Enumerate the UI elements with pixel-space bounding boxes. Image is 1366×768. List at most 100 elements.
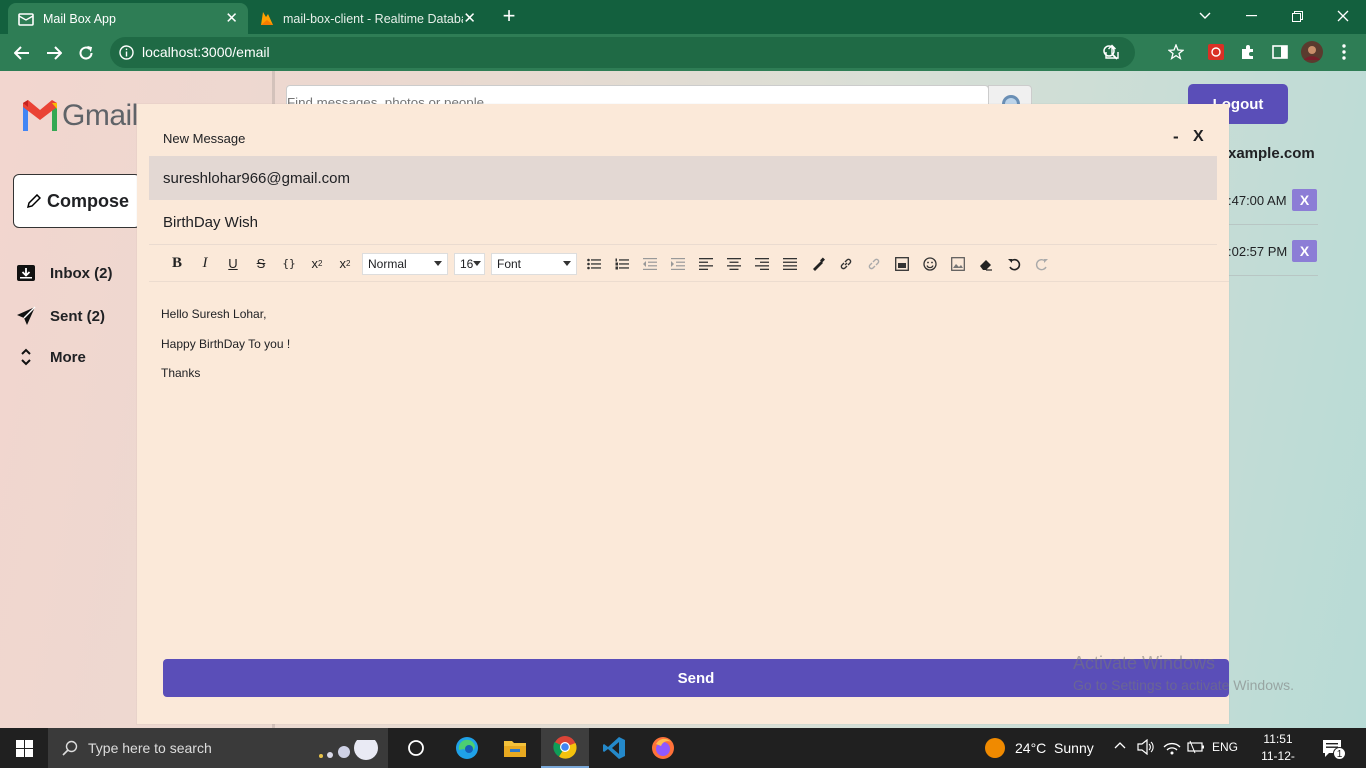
emoji-icon[interactable] [916, 253, 944, 275]
network-icon[interactable] [1163, 739, 1181, 755]
embed-icon[interactable] [888, 253, 916, 275]
underline-icon[interactable]: U [219, 253, 247, 275]
align-right-icon[interactable] [748, 253, 776, 275]
browser-toolbar: localhost:3000/email [0, 34, 1366, 71]
minimize-window-icon[interactable] [1228, 0, 1274, 32]
italic-icon[interactable]: I [191, 253, 219, 275]
side-panel-icon[interactable] [1269, 41, 1291, 63]
browser-tab-firebase[interactable]: mail-box-client - Realtime Databa ✕ [250, 3, 486, 34]
compose-modal: New Message - X sureshlohar966@gmail.com… [137, 104, 1229, 724]
taskbar-search-box[interactable]: Type here to search [48, 728, 388, 768]
compose-button[interactable]: Compose [13, 174, 141, 228]
to-field[interactable]: sureshlohar966@gmail.com [149, 156, 1217, 200]
site-info-icon[interactable] [119, 45, 134, 60]
notification-badge: 1 [1333, 747, 1346, 760]
header-select-value: Normal [368, 256, 407, 271]
windows-start-icon[interactable] [0, 728, 48, 768]
address-bar[interactable]: localhost:3000/email [110, 37, 1135, 68]
tab-close-icon[interactable]: ✕ [225, 11, 238, 26]
unlink-icon[interactable] [860, 253, 888, 275]
tab-title: Mail Box App [43, 11, 116, 26]
redo-icon[interactable] [1028, 253, 1056, 275]
activation-watermark: Activate Windows Go to Settings to activ… [1073, 652, 1294, 696]
dropdown-caret-icon [434, 261, 442, 266]
minimize-modal-button[interactable]: - [1173, 127, 1179, 147]
bullet-list-icon[interactable] [580, 253, 608, 275]
gmail-logo-text: Gmail [62, 99, 138, 132]
task-view-icon[interactable] [392, 728, 440, 768]
align-center-icon[interactable] [720, 253, 748, 275]
battery-icon[interactable] [1187, 740, 1205, 754]
clock-date: 11-12-2022 [1261, 749, 1295, 768]
watermark-line1: Activate Windows [1073, 653, 1216, 673]
outdent-icon[interactable] [636, 253, 664, 275]
sidebar-item-more[interactable]: More [15, 347, 86, 367]
edge-icon[interactable] [443, 728, 491, 768]
bold-icon[interactable]: B [163, 253, 191, 275]
taskbar-clock[interactable]: 11:51 11-12-2022 [1250, 731, 1306, 768]
forward-icon[interactable] [40, 39, 68, 67]
strikethrough-icon[interactable]: S [247, 253, 275, 275]
volume-icon[interactable] [1137, 739, 1155, 755]
language-indicator[interactable]: ENG [1212, 740, 1238, 754]
expand-icon [15, 347, 37, 367]
sidebar-item-sent[interactable]: Sent (2) [15, 306, 105, 326]
subscript-icon[interactable]: x2 [331, 253, 359, 275]
tab-close-icon[interactable]: ✕ [463, 11, 476, 26]
delete-mail-button[interactable]: X [1292, 189, 1317, 211]
chrome-icon[interactable] [541, 728, 589, 768]
notification-center-icon[interactable]: 1 [1322, 739, 1346, 760]
tab-search-chevron-icon[interactable] [1182, 0, 1228, 32]
delete-mail-button[interactable]: X [1292, 240, 1317, 262]
code-icon[interactable]: {} [275, 253, 303, 275]
restore-window-icon[interactable] [1274, 0, 1320, 32]
close-window-icon[interactable] [1320, 0, 1366, 32]
weather-widget[interactable]: 24°C Sunny [985, 728, 1094, 768]
back-icon[interactable] [8, 39, 36, 67]
eraser-icon[interactable] [972, 253, 1000, 275]
file-explorer-icon[interactable] [491, 728, 539, 768]
body-line: Happy BirthDay To you ! [161, 336, 291, 351]
profile-avatar[interactable] [1301, 41, 1323, 63]
font-size-select[interactable]: 16 [454, 252, 485, 275]
compose-label: Compose [47, 190, 130, 211]
send-button[interactable]: Send [163, 659, 1229, 697]
link-icon[interactable] [832, 253, 860, 275]
sidebar-item-inbox[interactable]: Inbox (2) [15, 264, 113, 282]
new-tab-icon[interactable]: + [498, 5, 520, 27]
dropdown-caret-icon [563, 261, 571, 266]
close-modal-button[interactable]: X [1193, 128, 1204, 146]
indent-icon[interactable] [664, 253, 692, 275]
vscode-icon[interactable] [590, 728, 638, 768]
reload-icon[interactable] [72, 39, 100, 67]
align-justify-icon[interactable] [776, 253, 804, 275]
browser-menu-icon[interactable] [1333, 41, 1355, 63]
share-icon[interactable] [1101, 41, 1123, 63]
subject-field[interactable]: BirthDay Wish [149, 201, 1217, 245]
tab-title: mail-box-client - Realtime Databa [283, 11, 464, 26]
pencil-icon [26, 193, 41, 209]
superscript-icon[interactable]: x2 [303, 253, 331, 275]
browser-tab-mail-box-app[interactable]: Mail Box App ✕ [8, 3, 248, 34]
body-line: Thanks [161, 366, 201, 380]
bookmark-star-icon[interactable] [1165, 41, 1187, 63]
undo-icon[interactable] [1000, 253, 1028, 275]
row-divider [1228, 275, 1318, 276]
sidebar-item-label: Sent (2) [50, 307, 106, 325]
body-line: Hello Suresh Lohar, [161, 307, 267, 321]
firebase-favicon-icon [260, 11, 274, 27]
mail-favicon-icon [18, 12, 34, 26]
message-body-editor[interactable]: Hello Suresh Lohar, Happy BirthDay To yo… [161, 300, 290, 389]
header-select[interactable]: Normal [362, 252, 448, 275]
image-icon[interactable] [944, 253, 972, 275]
extensions-puzzle-icon[interactable] [1237, 41, 1259, 63]
firefox-icon[interactable] [639, 728, 687, 768]
dropdown-caret-icon [473, 261, 482, 266]
font-family-select[interactable]: Font [491, 252, 577, 275]
taskbar-search-placeholder: Type here to search [88, 740, 212, 756]
show-hidden-icons-chevron-icon[interactable] [1114, 741, 1126, 749]
align-left-icon[interactable] [692, 253, 720, 275]
text-color-icon[interactable] [804, 253, 832, 275]
numbered-list-icon[interactable] [608, 253, 636, 275]
extension-red-icon[interactable] [1205, 41, 1227, 63]
